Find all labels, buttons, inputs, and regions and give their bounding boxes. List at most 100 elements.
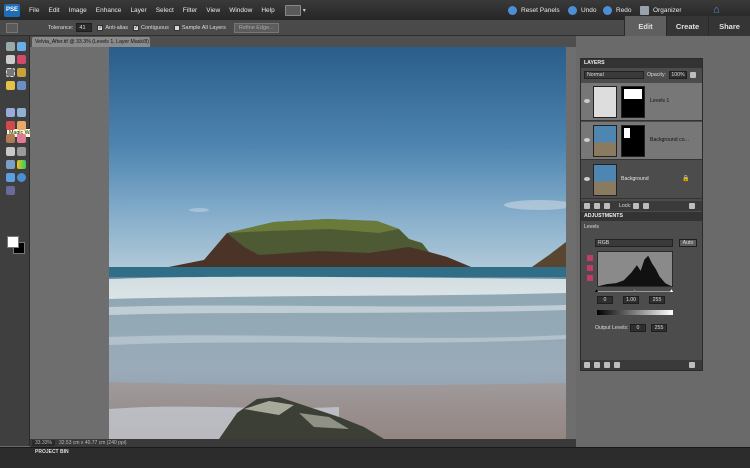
redo-icon xyxy=(603,5,612,15)
adjustment-title: Levels xyxy=(584,224,599,230)
menu-view[interactable]: View xyxy=(206,7,220,14)
reset-panels-button[interactable]: Reset Panels xyxy=(508,0,560,20)
menu-window[interactable]: Window xyxy=(229,7,252,14)
move-tool-icon[interactable] xyxy=(6,42,15,51)
menu-filter[interactable]: Filter xyxy=(183,7,197,14)
lock-icon: 🔒 xyxy=(682,176,690,182)
menu-file[interactable]: File xyxy=(29,7,39,14)
input-slider-track[interactable]: ▲ ▲ ▲ xyxy=(594,288,674,294)
refine-edge-button[interactable]: Refine Edge... xyxy=(233,22,279,33)
document-photo[interactable] xyxy=(109,47,566,439)
input-black-field[interactable]: 0 xyxy=(597,296,613,304)
magic-wand-tool-icon[interactable] xyxy=(6,81,15,90)
input-gamma-field[interactable]: 1.00 xyxy=(623,296,639,304)
tab-share[interactable]: Share xyxy=(708,16,750,36)
tab-create[interactable]: Create xyxy=(666,16,708,36)
eraser-tool-icon[interactable] xyxy=(17,134,26,143)
blur-tool-icon[interactable] xyxy=(17,173,26,182)
output-white-field[interactable]: 255 xyxy=(651,324,667,332)
menu-layer[interactable]: Layer xyxy=(130,7,146,14)
layer-name: Background xyxy=(621,176,649,182)
adjustments-header[interactable]: ADJUSTMENTS xyxy=(581,212,702,221)
opacity-input[interactable]: 100% xyxy=(669,71,687,79)
sample-all-layers-checkbox[interactable] xyxy=(173,24,180,31)
crop-tool-icon[interactable] xyxy=(17,108,26,117)
adjustment-layer-icon[interactable] xyxy=(594,203,600,209)
foreground-color-swatch[interactable] xyxy=(7,236,19,248)
gradient-tool-icon[interactable] xyxy=(17,160,26,169)
delete-layer-icon[interactable] xyxy=(689,203,695,209)
white-point-slider[interactable]: ▲ xyxy=(669,288,674,294)
clip-icon[interactable] xyxy=(594,362,600,368)
undo-button[interactable]: Undo xyxy=(568,0,597,20)
quick-selection-tool-icon[interactable] xyxy=(17,81,26,90)
link-icon[interactable] xyxy=(604,203,610,209)
delete-adjustment-icon[interactable] xyxy=(689,362,695,368)
lock-all-icon[interactable] xyxy=(643,203,649,209)
anti-alias-checkbox[interactable]: ✓ xyxy=(97,24,104,31)
clone-stamp-tool-icon[interactable] xyxy=(6,134,15,143)
chevron-down-icon[interactable]: ▾ xyxy=(303,7,306,14)
screen-mode-icon[interactable] xyxy=(284,4,301,16)
project-bin-label[interactable]: PROJECT BIN xyxy=(35,449,69,455)
sponge-tool-icon[interactable] xyxy=(6,186,15,195)
smart-brush-tool-icon[interactable] xyxy=(17,147,26,156)
black-point-slider[interactable]: ▲ xyxy=(594,288,599,294)
marquee-tool-icon[interactable] xyxy=(6,68,15,77)
lock-pixels-icon[interactable] xyxy=(633,203,639,209)
view-previous-icon[interactable] xyxy=(604,362,610,368)
zoom-tool-icon[interactable] xyxy=(17,42,26,51)
layer-row[interactable]: Levels 1 xyxy=(581,83,702,121)
layer-row[interactable]: Background 🔒 xyxy=(581,161,702,199)
undo-label: Undo xyxy=(581,6,597,14)
reset-panels-icon xyxy=(508,5,517,15)
layer-mask-thumbnail[interactable] xyxy=(621,125,645,157)
shape-tool-icon[interactable] xyxy=(6,173,15,182)
input-white-field[interactable]: 255 xyxy=(649,296,665,304)
eyedropper-tool-icon[interactable] xyxy=(17,55,26,64)
tab-edit[interactable]: Edit xyxy=(624,16,666,36)
eye-icon[interactable] xyxy=(584,138,590,142)
paint-bucket-tool-icon[interactable] xyxy=(6,160,15,169)
brush-tool-icon[interactable] xyxy=(6,147,15,156)
new-layer-icon[interactable] xyxy=(584,203,590,209)
type-tool-icon[interactable] xyxy=(6,108,15,117)
eye-icon[interactable] xyxy=(584,99,590,103)
reset-icon[interactable] xyxy=(614,362,620,368)
tolerance-input[interactable]: 41 xyxy=(76,23,93,32)
hand-tool-icon[interactable] xyxy=(6,55,15,64)
back-icon[interactable] xyxy=(584,362,590,368)
red-eye-tool-icon[interactable] xyxy=(6,121,15,130)
menu-edit[interactable]: Edit xyxy=(48,7,59,14)
home-icon: ⌂ xyxy=(713,4,720,16)
menu-help[interactable]: Help xyxy=(261,7,274,14)
menu-image[interactable]: Image xyxy=(69,7,87,14)
canvas-area[interactable] xyxy=(30,47,576,439)
output-black-field[interactable]: 0 xyxy=(630,324,646,332)
adjustment-layer-icon xyxy=(593,86,617,118)
menu-enhance[interactable]: Enhance xyxy=(96,7,122,14)
document-tab[interactable]: Velvia_After.tif @ 33.3% (Levels 1, Laye… xyxy=(32,37,150,55)
contiguous-checkbox[interactable]: ✓ xyxy=(133,24,140,31)
layer-mask-thumbnail[interactable] xyxy=(621,86,645,118)
layer-thumbnail xyxy=(593,125,617,157)
channel-select[interactable]: RGB xyxy=(595,239,673,247)
eyedropper-gray-icon[interactable] xyxy=(587,265,593,271)
layer-row[interactable]: Background co... xyxy=(581,122,702,160)
zoom-level[interactable]: 33.33% xyxy=(32,440,55,446)
layer-name: Background co... xyxy=(650,137,689,143)
opacity-dropdown-icon[interactable] xyxy=(690,72,696,78)
document-size: 32.53 cm x 40.77 cm (240 ppi) xyxy=(58,440,127,446)
organizer-icon xyxy=(640,5,649,15)
auto-button[interactable]: Auto xyxy=(679,239,697,247)
lasso-tool-icon[interactable] xyxy=(17,68,26,77)
menu-select[interactable]: Select xyxy=(156,7,174,14)
gamma-slider[interactable]: ▲ xyxy=(632,288,637,294)
layers-header[interactable]: LAYERS xyxy=(581,59,702,68)
eye-icon[interactable] xyxy=(584,177,590,181)
spot-healing-tool-icon[interactable] xyxy=(17,121,26,130)
eyedropper-white-icon[interactable] xyxy=(587,275,593,281)
blend-mode-select[interactable]: Normal xyxy=(584,71,644,79)
magic-wand-option-icon xyxy=(6,22,18,33)
eyedropper-black-icon[interactable] xyxy=(587,255,593,261)
